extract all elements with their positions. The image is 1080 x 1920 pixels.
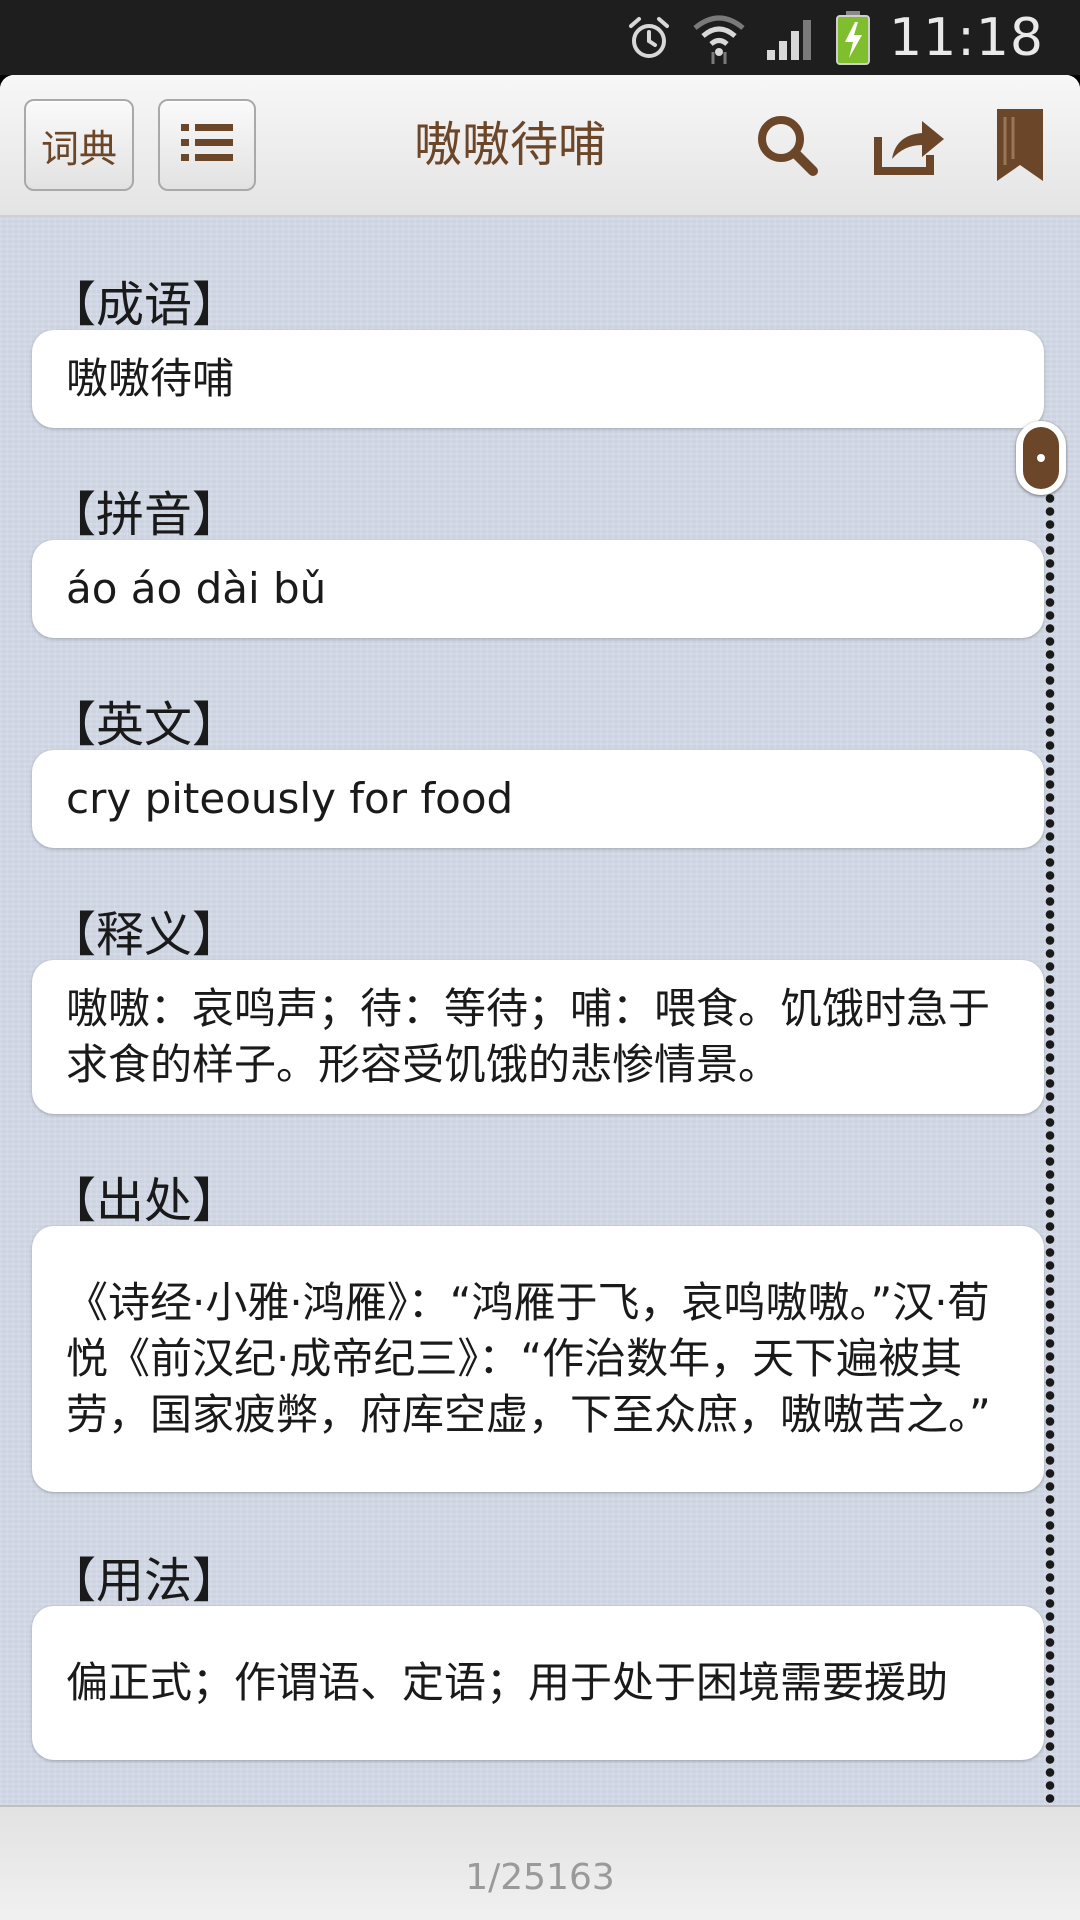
idiom-card: 嗷嗷待哺 [32, 330, 1044, 428]
usage-label: 【用法】 [48, 1553, 241, 1609]
usage-text: 偏正式；作谓语、定语；用于处于困境需要援助 [66, 1658, 949, 1707]
entry-content[interactable]: 【成语】 嗷嗷待哺 【拼音】 áo áo dài bǔ 【英文】 cry pit… [0, 217, 1080, 1805]
pinyin-card: áo áo dài bǔ [32, 540, 1044, 638]
page-title: 嗷嗷待哺 [413, 117, 606, 173]
source-card: 《诗经·小雅·鸿雁》：“鸿雁于飞，哀鸣嗷嗷。”汉·荀悦《前汉纪·成帝纪三》：“作… [32, 1226, 1044, 1492]
scroll-track[interactable] [1044, 427, 1056, 1805]
page-counter: 1/25163 [465, 1857, 615, 1898]
idiom-text: 嗷嗷待哺 [66, 354, 235, 403]
footer-bar: 1/25163 [0, 1805, 1080, 1920]
english-label: 【英文】 [48, 697, 241, 753]
bookmark-button[interactable] [990, 105, 1050, 189]
bookmark-icon [995, 107, 1045, 187]
battery-charging-icon [835, 10, 871, 65]
search-button[interactable] [752, 105, 822, 189]
dictionary-button-label: 词典 [40, 126, 117, 171]
meaning-label: 【释义】 [48, 907, 241, 963]
list-icon [181, 122, 233, 168]
dictionary-button[interactable]: 词典 [24, 99, 134, 191]
english-text: cry piteously for food [66, 774, 514, 823]
signal-icon [765, 14, 817, 62]
english-card: cry piteously for food [32, 750, 1044, 848]
status-bar: 11:18 [0, 0, 1080, 75]
app-window: 词典 嗷嗷待哺 【成语】 嗷嗷待哺 【拼音】 áo áo dài bǔ 【英文】… [0, 75, 1080, 1920]
meaning-text: 嗷嗷：哀鸣声；待：等待；哺：喂食。饥饿时急于求食的样子。形容受饥饿的悲惨情景。 [66, 984, 991, 1089]
usage-card: 偏正式；作谓语、定语；用于处于困境需要援助 [32, 1606, 1044, 1760]
share-icon [874, 115, 946, 179]
share-button[interactable] [870, 105, 950, 189]
pinyin-label: 【拼音】 [48, 487, 241, 543]
meaning-card: 嗷嗷：哀鸣声；待：等待；哺：喂食。饥饿时急于求食的样子。形容受饥饿的悲惨情景。 [32, 960, 1044, 1114]
source-label: 【出处】 [48, 1173, 241, 1229]
alarm-icon [625, 14, 673, 62]
pinyin-text: áo áo dài bǔ [66, 564, 327, 613]
header-bar: 词典 嗷嗷待哺 [0, 75, 1080, 217]
source-text: 《诗经·小雅·鸿雁》：“鸿雁于飞，哀鸣嗷嗷。”汉·荀悦《前汉纪·成帝纪三》：“作… [66, 1278, 991, 1439]
scroll-handle[interactable] [1016, 421, 1066, 495]
wifi-icon [691, 12, 747, 64]
list-button[interactable] [158, 99, 256, 191]
status-time: 11:18 [889, 7, 1044, 68]
idiom-label: 【成语】 [48, 277, 241, 333]
search-icon [755, 113, 819, 181]
